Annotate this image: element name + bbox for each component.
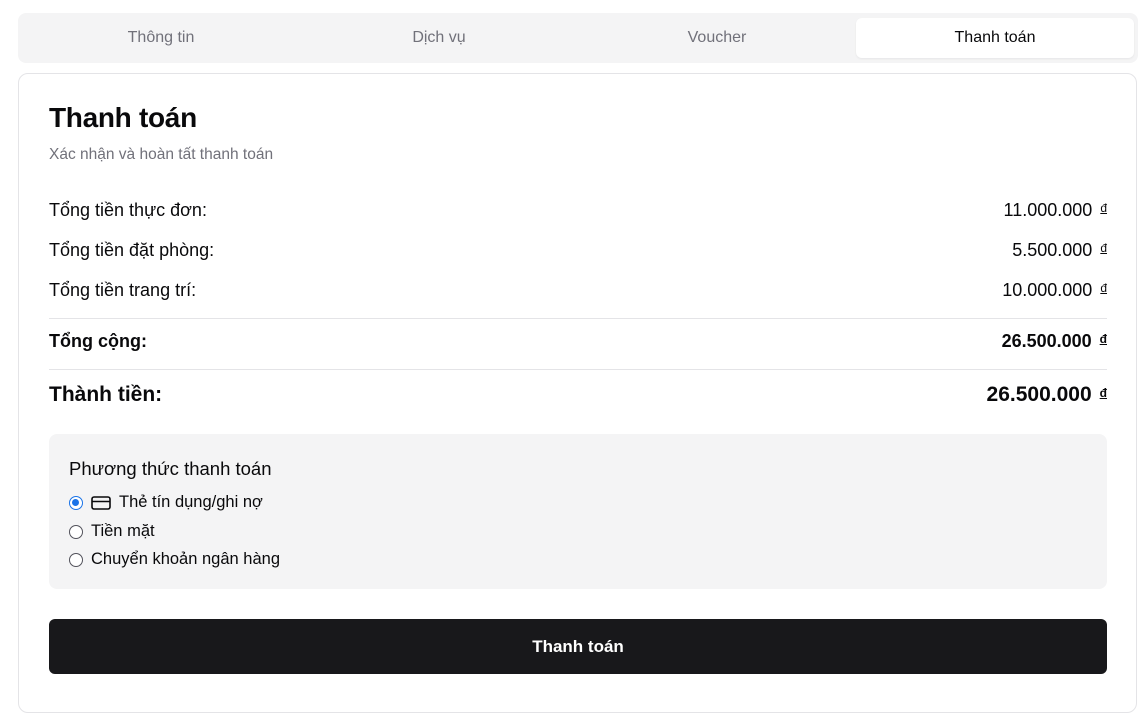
line-item-label: Tổng tiền trang trí: (49, 280, 197, 300)
payment-option-label: Thẻ tín dụng/ghi nợ (119, 493, 263, 511)
subtotal-amount: 26.500.000 đ (1001, 331, 1107, 351)
grand-total-row: Thành tiền: 26.500.000 đ (49, 383, 1107, 407)
divider (49, 318, 1107, 319)
payment-option-card[interactable]: Thẻ tín dụng/ghi nợ (69, 493, 263, 512)
line-item-menu: Tổng tiền thực đơn: 11.000.000 đ (49, 200, 1107, 221)
currency-symbol: đ (1100, 241, 1107, 255)
payment-method-title: Phương thức thanh toán (69, 458, 272, 479)
tab-services[interactable]: Dịch vụ (300, 18, 578, 58)
currency-symbol: đ (1100, 201, 1107, 215)
subtotal-label: Tổng cộng: (49, 331, 147, 351)
grand-total-amount: 26.500.000 đ (986, 383, 1107, 406)
radio-button[interactable] (69, 495, 83, 510)
radio-button[interactable] (69, 552, 83, 567)
currency-symbol: đ (1099, 332, 1107, 346)
payment-option-label: Tiền mặt (91, 522, 155, 540)
tab-bar: Thông tin Dịch vụ Voucher Thanh toán (18, 13, 1138, 63)
payment-option-cash[interactable]: Tiền mặt (69, 522, 155, 541)
line-item-amount: 11.000.000 đ (1003, 200, 1107, 220)
radio-button[interactable] (69, 524, 83, 539)
line-item-decoration: Tổng tiền trang trí: 10.000.000 đ (49, 280, 1107, 301)
line-item-room: Tổng tiền đặt phòng: 5.500.000 đ (49, 240, 1107, 261)
line-item-amount: 10.000.000 đ (1002, 280, 1107, 300)
grand-total-label: Thành tiền: (49, 383, 163, 406)
payment-option-label: Chuyển khoản ngân hàng (91, 550, 280, 568)
credit-card-icon (91, 495, 111, 510)
subtotal-row: Tổng cộng: 26.500.000 đ (49, 331, 1107, 352)
payment-card: Thanh toán Xác nhận và hoàn tất thanh to… (18, 73, 1137, 713)
payment-method-panel: Phương thức thanh toán Thẻ tín dụng/ghi … (49, 434, 1107, 589)
pay-button[interactable]: Thanh toán (49, 619, 1107, 674)
tab-payment[interactable]: Thanh toán (856, 18, 1134, 58)
line-item-label: Tổng tiền đặt phòng: (49, 240, 215, 260)
divider (49, 369, 1107, 370)
line-item-amount: 5.500.000 đ (1012, 240, 1107, 260)
tab-info[interactable]: Thông tin (22, 18, 300, 58)
currency-symbol: đ (1100, 281, 1107, 295)
line-item-label: Tổng tiền thực đơn: (49, 200, 207, 220)
payment-option-bank-transfer[interactable]: Chuyển khoản ngân hàng (69, 550, 280, 569)
currency-symbol: đ (1099, 386, 1107, 400)
page-title: Thanh toán (49, 102, 197, 133)
tab-voucher[interactable]: Voucher (578, 18, 856, 58)
page-subtitle: Xác nhận và hoàn tất thanh toán (49, 146, 274, 163)
